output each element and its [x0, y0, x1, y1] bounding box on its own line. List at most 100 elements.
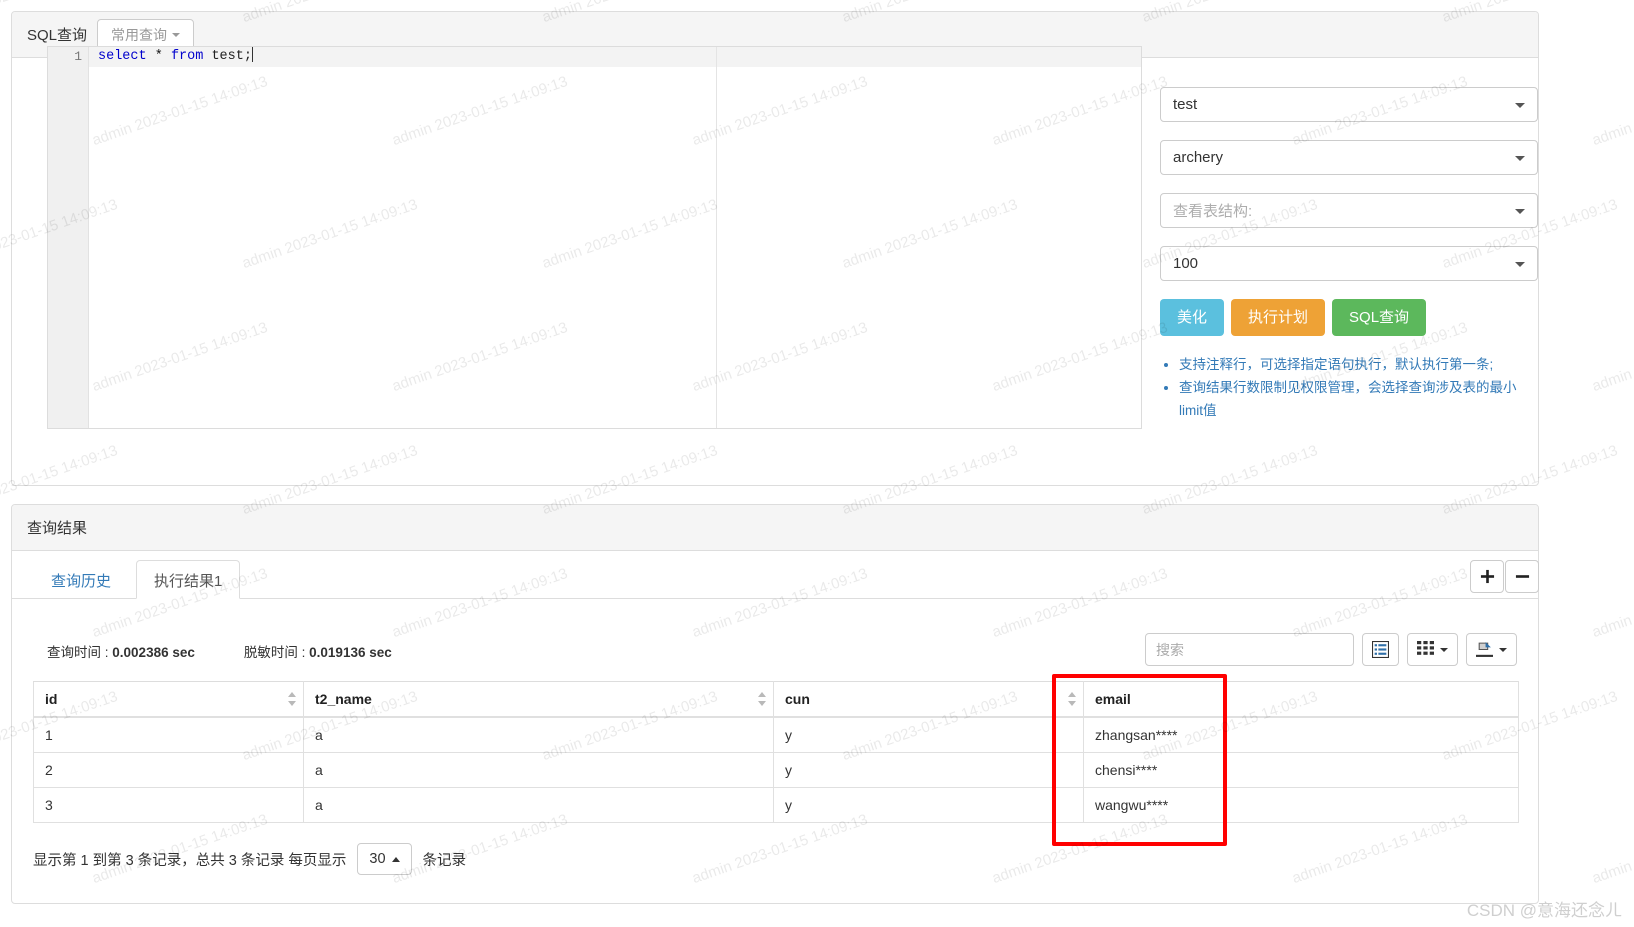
result-panel-title: 查询结果 — [27, 520, 88, 537]
table-row[interactable]: 1 a y zhangsan**** — [33, 716, 1519, 753]
cell-t2_name: a — [303, 787, 774, 823]
editor-print-margin — [716, 47, 717, 428]
table-footer: 显示第 1 到第 3 条记录，总共 3 条记录 每页显示 30 条记录 — [33, 843, 466, 875]
columns-toggle-button[interactable] — [1407, 633, 1458, 666]
masking-time-value: 0.019136 sec — [309, 645, 392, 660]
query-time-value: 0.002386 sec — [112, 645, 195, 660]
table-row[interactable]: 3 a y wangwu**** — [33, 787, 1519, 823]
instance-select[interactable]: test — [1160, 87, 1538, 122]
sql-keyword-select: select — [98, 49, 147, 64]
database-select[interactable]: archery — [1160, 140, 1538, 175]
record-count-text: 显示第 1 到第 3 条记录，总共 3 条记录 每页显示 — [33, 852, 347, 869]
tab-execution-result-1[interactable]: 执行结果1 — [136, 560, 241, 599]
editor-line-number: 1 — [74, 49, 82, 64]
watermark-text: admin 2023-01-15 14:09:13 — [1590, 565, 1634, 642]
page-size-select[interactable]: 30 — [357, 843, 412, 875]
details-toggle-button[interactable] — [1362, 633, 1399, 666]
editor-code-area[interactable]: select * from test; — [89, 47, 1141, 428]
cell-t2_name: a — [303, 752, 774, 788]
page-title: SQL查询 — [27, 27, 88, 44]
page-size-value: 30 — [369, 851, 386, 867]
sql-table-name: test; — [211, 49, 252, 64]
cell-id: 3 — [33, 787, 304, 823]
table-structure-select[interactable]: 查看表结构: — [1160, 193, 1538, 228]
column-header-cun[interactable]: cun — [773, 681, 1084, 718]
result-table-toolbar — [1145, 633, 1517, 666]
watermark-text: admin 2023-01-15 14:09:13 — [1590, 73, 1634, 150]
table-structure-select-value: 查看表结构: — [1173, 203, 1253, 220]
columns-grid-icon — [1417, 641, 1434, 655]
chevron-down-icon — [1440, 647, 1448, 652]
record-unit-text: 条记录 — [422, 852, 467, 869]
result-table-body: 1 a y zhangsan**** 2 a y chensi**** 3 a … — [33, 716, 1519, 823]
column-header-label: email — [1095, 691, 1131, 707]
database-select-value: archery — [1173, 149, 1224, 166]
result-table-head: id t2_name cun email — [33, 681, 1519, 718]
table-row[interactable]: 2 a y chensi**** — [33, 752, 1519, 788]
explain-plan-button[interactable]: 执行计划 — [1231, 299, 1326, 336]
column-header-label: t2_name — [315, 691, 372, 707]
query-tip-item: 支持注释行，可选择指定语句执行，默认执行第一条; — [1179, 354, 1538, 376]
cell-t2_name: a — [303, 716, 774, 753]
cell-email: zhangsan**** — [1083, 716, 1519, 753]
sql-star: * — [154, 49, 163, 64]
query-time-stat: 查询时间 : 0.002386 sec — [47, 641, 195, 661]
add-tab-button[interactable] — [1470, 560, 1504, 593]
sql-query-panel: SQL查询 常用查询 1 select * from test; test ar… — [11, 11, 1539, 486]
chevron-down-icon — [1515, 102, 1525, 108]
column-header-t2_name[interactable]: t2_name — [303, 681, 774, 718]
sql-keyword-from: from — [170, 49, 204, 64]
cell-email: wangwu**** — [1083, 787, 1519, 823]
query-controls: test archery 查看表结构: 100 美化 执行计划 SQL查询 支持… — [1160, 87, 1538, 423]
result-panel-header: 查询结果 — [12, 505, 1538, 551]
column-header-label: cun — [785, 691, 810, 707]
query-result-panel: 查询结果 查询历史 执行结果1 查询时间 : 0.002386 sec 脱敏时间… — [11, 504, 1539, 904]
export-icon — [1476, 642, 1493, 657]
query-tip-item: 查询结果行数限制见权限管理，会选择查询涉及表的最小limit值 — [1179, 377, 1538, 422]
masking-time-stat: 脱敏时间 : 0.019136 sec — [244, 641, 392, 661]
column-header-email[interactable]: email — [1083, 681, 1519, 718]
search-input[interactable] — [1145, 633, 1354, 666]
query-stats: 查询时间 : 0.002386 sec 脱敏时间 : 0.019136 sec — [47, 641, 392, 661]
remove-tab-button[interactable] — [1505, 560, 1539, 593]
cell-cun: y — [773, 752, 1084, 788]
cell-email: chensi**** — [1083, 752, 1519, 788]
query-time-label: 查询时间 : — [47, 645, 109, 660]
csdn-watermark: CSDN @意海还念ㄦ — [1466, 901, 1622, 920]
sort-arrows-icon[interactable] — [1068, 691, 1076, 707]
details-list-icon — [1372, 641, 1389, 658]
sql-editor[interactable]: 1 select * from test; — [47, 46, 1142, 429]
chevron-down-icon — [1515, 155, 1525, 161]
beautify-button[interactable]: 美化 — [1160, 299, 1225, 336]
editor-line-1[interactable]: select * from test; — [89, 47, 1141, 67]
run-sql-query-button[interactable]: SQL查询 — [1332, 299, 1427, 336]
chevron-down-icon — [1515, 261, 1525, 267]
text-cursor — [251, 47, 253, 62]
instance-select-value: test — [1173, 96, 1198, 113]
tab-query-history[interactable]: 查询历史 — [33, 560, 129, 599]
cell-id: 1 — [33, 716, 304, 753]
table-header-row: id t2_name cun email — [33, 681, 1519, 718]
chevron-down-icon — [1499, 647, 1507, 652]
cell-id: 2 — [33, 752, 304, 788]
plus-icon — [1480, 569, 1494, 584]
editor-gutter: 1 — [48, 47, 89, 428]
result-tabs: 查询历史 执行结果1 — [12, 551, 1539, 599]
minus-icon — [1515, 575, 1529, 578]
cell-cun: y — [773, 716, 1084, 753]
sort-arrows-icon[interactable] — [288, 691, 296, 707]
query-action-buttons: 美化 执行计划 SQL查询 — [1160, 299, 1538, 336]
column-header-label: id — [45, 691, 58, 707]
common-query-label: 常用查询 — [111, 26, 168, 43]
watermark-text: admin 2023-01-15 14:09:13 — [1590, 319, 1634, 396]
export-button[interactable] — [1466, 633, 1517, 666]
sort-arrows-icon[interactable] — [758, 691, 766, 707]
result-table: id t2_name cun email 1 a y zhangsan**** … — [33, 681, 1519, 823]
chevron-down-icon — [172, 32, 181, 37]
column-header-id[interactable]: id — [33, 681, 304, 718]
limit-select-value: 100 — [1173, 255, 1199, 272]
cell-cun: y — [773, 787, 1084, 823]
watermark-text: admin 2023-01-15 14:09:13 — [1590, 811, 1634, 888]
chevron-down-icon — [1515, 208, 1525, 214]
limit-select[interactable]: 100 — [1160, 246, 1538, 281]
